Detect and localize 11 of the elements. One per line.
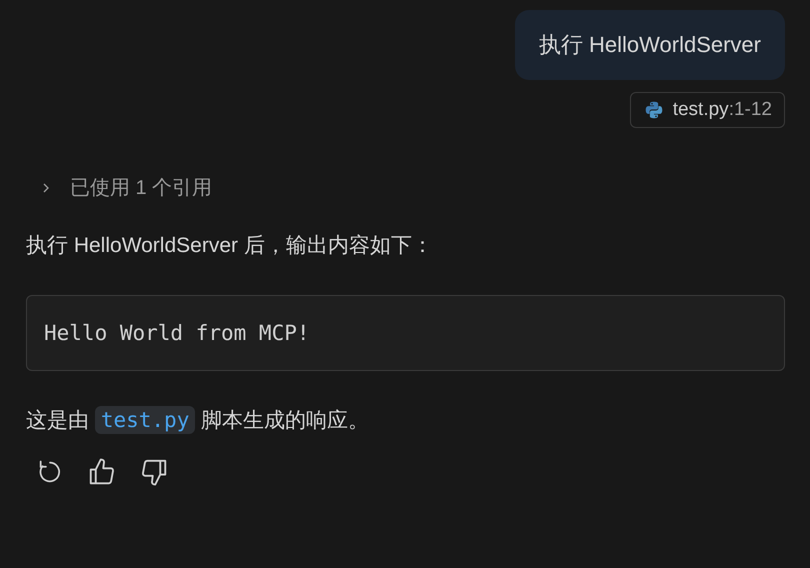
references-toggle[interactable]: 已使用 1 个引用 — [26, 174, 212, 201]
thumbs-down-icon — [139, 457, 169, 487]
user-message: 执行 HelloWorldServer — [514, 10, 785, 80]
file-name: test.py:1-12 — [672, 99, 772, 121]
file-reference-chip[interactable]: test.py:1-12 — [630, 92, 785, 128]
response-text: 执行 HelloWorldServer 后，输出内容如下： — [26, 233, 434, 259]
inline-code: test.py — [94, 406, 196, 434]
code-block: Hello World from MCP! — [26, 295, 785, 371]
python-icon — [644, 101, 663, 119]
thumbs-up-icon — [87, 457, 117, 487]
response-text: 这是由 test.py 脚本生成的响应。 — [26, 405, 370, 436]
